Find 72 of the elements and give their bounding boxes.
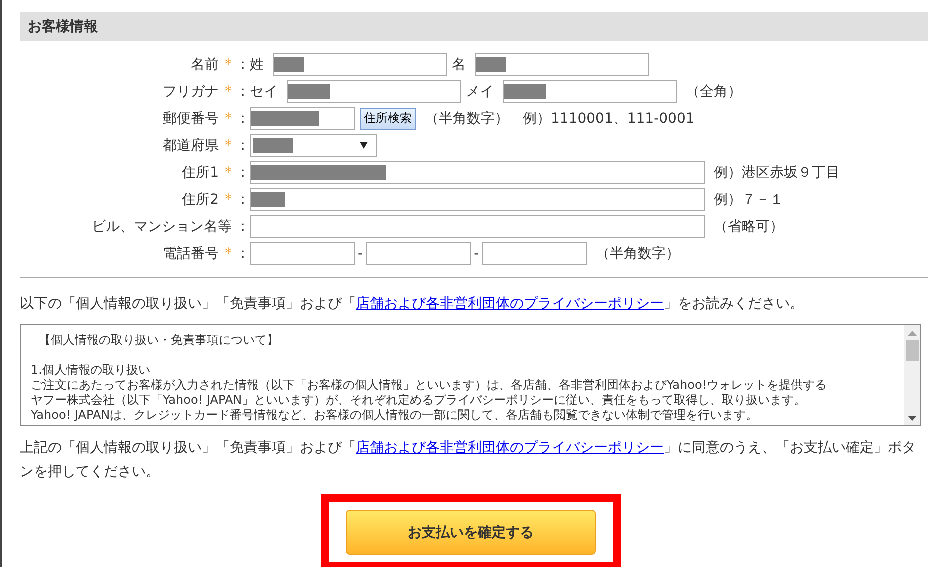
required-mark: * — [225, 192, 232, 208]
field-label: ビル、マンション名等 — [92, 218, 232, 236]
field-note: 例）港区赤坂９丁目 — [714, 164, 840, 182]
input-field[interactable] — [250, 242, 355, 265]
redaction-block — [504, 84, 546, 99]
colon: ： — [236, 82, 250, 100]
input-field[interactable] — [250, 107, 355, 130]
scroll-down-icon[interactable] — [908, 416, 916, 421]
required-mark: * — [225, 56, 232, 72]
redaction-block — [274, 57, 304, 72]
privacy-policy-link[interactable]: 店舗および各非営利団体のプライバシーポリシー — [356, 440, 664, 456]
required-mark: * — [225, 84, 232, 100]
field-note: （全角） — [686, 82, 742, 100]
field-label: 都道府県 — [163, 136, 219, 154]
separator: - — [474, 246, 480, 262]
input-field[interactable] — [475, 53, 649, 76]
field-note: （半角数字） 例）1110001、111-0001 — [425, 110, 695, 128]
input-field[interactable] — [503, 80, 677, 103]
terms-heading: 【個人情報の取り扱い・免責事項について】 — [38, 333, 280, 348]
colon: ： — [236, 136, 250, 154]
colon: ： — [236, 56, 250, 74]
redaction-block — [288, 84, 330, 99]
terms-line: Yahoo! JAPANは、クレジットカード番号情報など、お客様の個人情報の一部に関して、各店舗も閲覧できない体制で管理を行います。 — [31, 408, 760, 423]
scrollbar[interactable] — [904, 325, 920, 425]
field-label: 住所2 — [182, 190, 219, 208]
field-label: 住所1 — [182, 164, 219, 182]
address-search-button[interactable]: 住所検索 — [360, 108, 416, 130]
prefecture-select[interactable] — [250, 134, 377, 157]
input-field[interactable] — [287, 80, 461, 103]
colon: ： — [236, 190, 250, 208]
field-prefix: メイ — [466, 82, 494, 100]
colon: ： — [236, 218, 250, 236]
required-mark: * — [225, 138, 232, 154]
field-label: 名前 — [191, 56, 219, 74]
terms-line: ヤフー株式会社（以下「Yahoo! JAPAN」といいます）が、それぞれ定めるプライバシーポリシーに従い、責任をもって取得し、取り扱います。 — [31, 393, 808, 408]
field-note: 例）７－１ — [714, 190, 784, 208]
redaction-block — [251, 192, 285, 207]
terms-line: ご注文にあたってお客様が入力された情報（以下「お客様の個人情報」といいます）は、各店舗、各非営利団体およびYahoo!ウォレットを提供する — [31, 378, 828, 393]
colon: ： — [236, 110, 250, 128]
redaction-block — [253, 138, 293, 153]
field-note: （省略可） — [714, 218, 784, 236]
terms-box[interactable] — [20, 324, 921, 426]
caret-icon — [360, 142, 368, 149]
required-mark: * — [225, 110, 232, 126]
redaction-block — [251, 111, 319, 126]
input-field[interactable] — [482, 242, 588, 265]
field-label: フリガナ — [163, 82, 219, 100]
field-note: （半角数字） — [596, 244, 680, 262]
required-mark: * — [225, 246, 232, 262]
scroll-up-icon[interactable] — [908, 331, 916, 336]
field-label: 郵便番号 — [163, 110, 219, 128]
instruction-text: 以下の「個人情報の取り扱い」「免責事項」および「店舗および各非営利団体のプライバシーポリシー」をお読みください。 — [20, 295, 805, 314]
redaction-block — [476, 57, 506, 72]
input-field[interactable] — [250, 161, 705, 184]
privacy-policy-link[interactable]: 店舗および各非営利団体のプライバシーポリシー — [356, 296, 664, 312]
section-title: お客様情報 — [28, 18, 98, 36]
input-field[interactable] — [273, 53, 447, 76]
input-field[interactable] — [366, 242, 472, 265]
field-prefix: セイ — [250, 82, 278, 100]
colon: ： — [236, 164, 250, 182]
field-label: 電話番号 — [163, 244, 219, 262]
field-prefix: 姓 — [250, 56, 264, 74]
colon: ： — [236, 244, 250, 262]
input-field[interactable] — [250, 188, 705, 211]
required-mark: * — [225, 164, 232, 180]
agreement-text: 上記の「個人情報の取り扱い」「免責事項」および「店舗および各非営利団体のプライバシーポリシー」に同意のうえ、「お支払い確定」ボタンを押してください。 — [20, 439, 917, 482]
terms-line: 1.個人情報の取り扱い — [31, 363, 152, 378]
scroll-thumb[interactable] — [906, 340, 918, 361]
confirm-payment-button[interactable]: お支払いを確定する — [346, 510, 596, 555]
separator: - — [358, 246, 364, 262]
input-field[interactable] — [250, 215, 705, 238]
field-prefix: 名 — [452, 56, 466, 74]
